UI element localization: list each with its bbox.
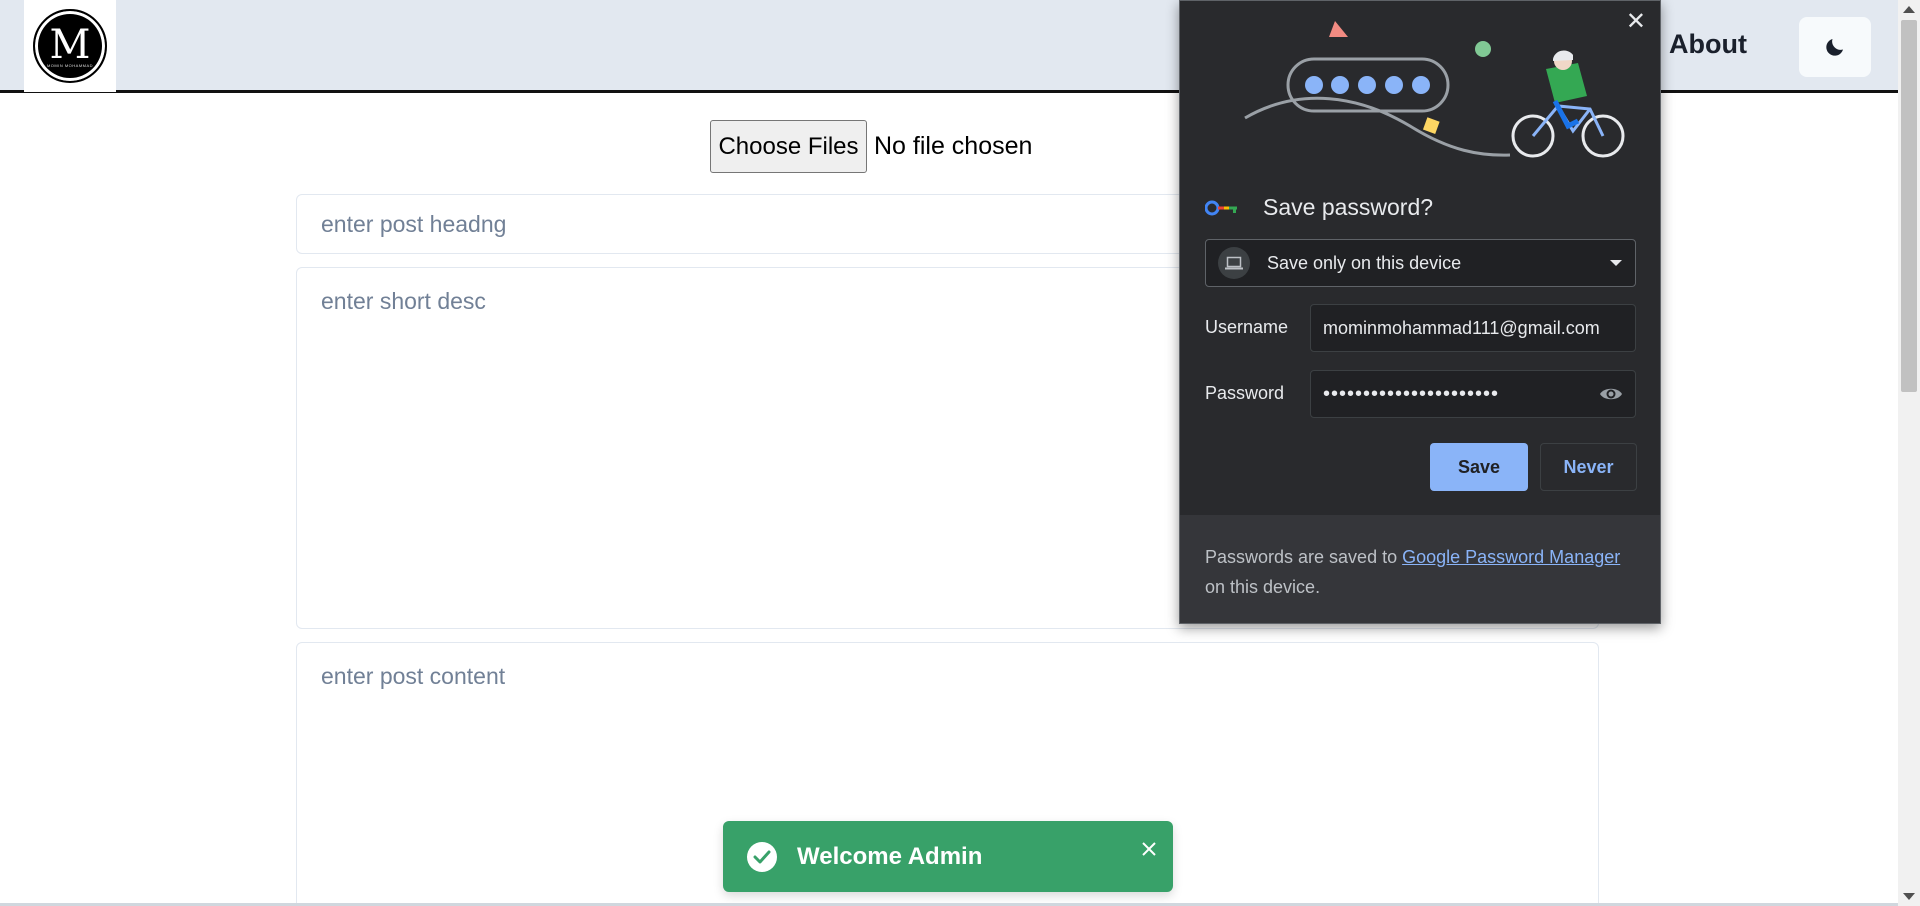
password-manager-link[interactable]: Google Password Manager <box>1402 547 1620 567</box>
scroll-down-arrow-icon[interactable] <box>1903 893 1915 900</box>
close-icon[interactable]: ✕ <box>1626 7 1646 36</box>
save-password-button[interactable]: Save <box>1430 443 1528 491</box>
site-logo[interactable]: M MOMIN MOHAMMAD <box>24 0 116 92</box>
username-label: Username <box>1205 317 1289 337</box>
scroll-up-arrow-icon[interactable] <box>1903 6 1915 13</box>
choose-files-button[interactable]: Choose Files <box>710 120 867 173</box>
logo-letter: M <box>49 21 91 68</box>
password-mask: •••••••••••••••••••••• <box>1323 382 1500 405</box>
footer-text-prefix: Passwords are saved to <box>1205 547 1403 567</box>
password-field[interactable]: •••••••••••••••••••••• <box>1310 370 1636 418</box>
key-icon <box>1205 200 1237 215</box>
scroll-thumb[interactable] <box>1901 20 1917 392</box>
storage-option-label: Save only on this device <box>1267 252 1462 273</box>
logo-emblem: M MOMIN MOHAMMAD <box>33 9 107 83</box>
file-status-text: No file chosen <box>874 132 1033 160</box>
storage-location-dropdown[interactable]: Save only on this device <box>1205 239 1636 287</box>
welcome-toast: Welcome Admin <box>723 821 1173 892</box>
toast-message: Welcome Admin <box>797 842 983 870</box>
username-field[interactable]: mominmohammad111@gmail.com <box>1310 304 1636 352</box>
dialog-footer: Passwords are saved to Google Password M… <box>1180 515 1660 623</box>
eye-icon[interactable] <box>1599 384 1623 404</box>
dialog-title: Save password? <box>1263 194 1434 220</box>
caret-down-icon <box>1610 260 1622 266</box>
moon-icon <box>1826 39 1843 56</box>
username-value: mominmohammad111@gmail.com <box>1323 317 1600 338</box>
close-icon[interactable] <box>1141 841 1157 857</box>
password-illustration <box>1244 21 1625 158</box>
theme-toggle-button[interactable] <box>1799 17 1871 77</box>
file-upload: Choose Files No file chosen <box>710 120 1032 173</box>
nav-link-about[interactable]: About <box>1669 29 1747 60</box>
save-password-dialog: ✕ Save password? Save only on this devic… <box>1179 0 1661 624</box>
laptop-icon <box>1218 247 1250 279</box>
footer-text-suffix: on this device. <box>1205 577 1321 597</box>
password-label: Password <box>1205 383 1285 403</box>
page-scrollbar[interactable] <box>1898 0 1920 906</box>
logo-subtext: MOMIN MOHAMMAD <box>46 62 94 68</box>
check-circle-icon <box>747 841 777 872</box>
dialog-header: Save password? <box>1205 194 1433 221</box>
never-save-button[interactable]: Never <box>1540 443 1637 491</box>
